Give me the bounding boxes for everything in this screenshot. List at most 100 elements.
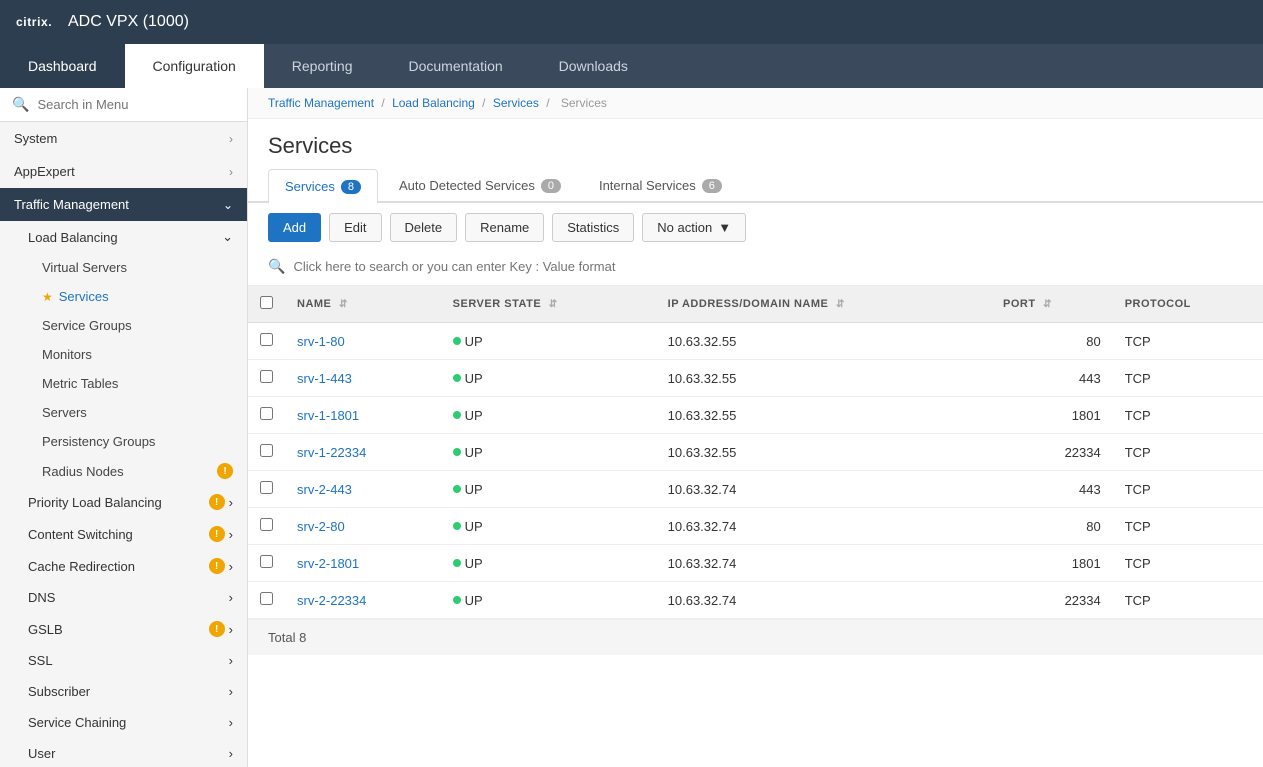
- sidebar-sub-sub-virtual-servers[interactable]: Virtual Servers: [0, 253, 247, 282]
- row-checkbox[interactable]: [260, 407, 273, 420]
- sidebar-item-traffic-management[interactable]: Traffic Management ⌄: [0, 188, 247, 221]
- sidebar-sub-item-gslb[interactable]: GSLB ! ›: [0, 613, 247, 645]
- sidebar-sub-item-ssl[interactable]: SSL ›: [0, 645, 247, 676]
- row-name[interactable]: srv-2-1801: [285, 545, 441, 582]
- table-search-input[interactable]: [293, 259, 1243, 274]
- row-checkbox[interactable]: [260, 444, 273, 457]
- sidebar-sub-item-content-switching[interactable]: Content Switching ! ›: [0, 518, 247, 550]
- tab-auto-detected[interactable]: Auto Detected Services 0: [382, 169, 578, 201]
- sidebar-sub-sub-radius-nodes[interactable]: Radius Nodes !: [0, 456, 247, 486]
- tab-dashboard[interactable]: Dashboard: [0, 44, 125, 88]
- sidebar-sub-item-user[interactable]: User ›: [0, 738, 247, 767]
- sidebar-sub-item-user-label: User: [28, 746, 55, 761]
- sidebar-sub-sub-monitors[interactable]: Monitors: [0, 340, 247, 369]
- delete-button[interactable]: Delete: [390, 213, 458, 242]
- tab-documentation[interactable]: Documentation: [380, 44, 530, 88]
- sidebar-sub-sub-metric-tables[interactable]: Metric Tables: [0, 369, 247, 398]
- status-dot-icon: [453, 559, 461, 567]
- row-name[interactable]: srv-2-443: [285, 471, 441, 508]
- row-checkbox-cell[interactable]: [248, 508, 285, 545]
- row-name[interactable]: srv-1-22334: [285, 434, 441, 471]
- breadcrumb-traffic-management[interactable]: Traffic Management: [268, 96, 374, 110]
- col-server-state[interactable]: SERVER STATE ⇵: [441, 286, 656, 323]
- status-label: UP: [465, 593, 483, 608]
- row-name[interactable]: srv-2-22334: [285, 582, 441, 619]
- row-name[interactable]: srv-1-443: [285, 360, 441, 397]
- row-name[interactable]: srv-1-1801: [285, 397, 441, 434]
- add-button[interactable]: Add: [268, 213, 321, 242]
- tab-reporting[interactable]: Reporting: [264, 44, 381, 88]
- sidebar-sub-sub-servers[interactable]: Servers: [0, 398, 247, 427]
- select-all-header[interactable]: [248, 286, 285, 323]
- status-dot-icon: [453, 337, 461, 345]
- edit-button[interactable]: Edit: [329, 213, 381, 242]
- chevron-right-icon: ›: [229, 590, 233, 605]
- row-checkbox[interactable]: [260, 481, 273, 494]
- tab-configuration[interactable]: Configuration: [125, 44, 264, 88]
- row-checkbox[interactable]: [260, 370, 273, 383]
- tab-downloads[interactable]: Downloads: [531, 44, 656, 88]
- status-label: UP: [465, 445, 483, 460]
- row-name[interactable]: srv-2-80: [285, 508, 441, 545]
- row-state: UP: [441, 323, 656, 360]
- sidebar: 🔍 System › AppExpert › Traffic Managemen…: [0, 88, 248, 767]
- no-action-dropdown[interactable]: No action ▼: [642, 213, 746, 242]
- sidebar-sub-item-load-balancing[interactable]: Load Balancing ⌄: [0, 221, 247, 253]
- page-header: Services: [248, 119, 1263, 169]
- sidebar-sub-item-service-chaining[interactable]: Service Chaining ›: [0, 707, 247, 738]
- row-ip: 10.63.32.55: [656, 323, 991, 360]
- chevron-right-icon: ›: [229, 495, 233, 510]
- row-checkbox[interactable]: [260, 518, 273, 531]
- row-checkbox-cell[interactable]: [248, 434, 285, 471]
- search-box[interactable]: 🔍: [0, 88, 247, 122]
- warning-icon: !: [209, 621, 225, 637]
- row-checkbox[interactable]: [260, 592, 273, 605]
- sidebar-sub-item-dns[interactable]: DNS ›: [0, 582, 247, 613]
- chevron-down-icon: ⌄: [222, 229, 233, 245]
- chevron-right-icon: ›: [229, 684, 233, 699]
- sidebar-sub-sub-service-groups[interactable]: Service Groups: [0, 311, 247, 340]
- row-port: 1801: [991, 545, 1113, 582]
- tab-internal-services[interactable]: Internal Services 6: [582, 169, 739, 201]
- row-port: 443: [991, 360, 1113, 397]
- row-checkbox-cell[interactable]: [248, 397, 285, 434]
- row-name[interactable]: srv-1-80: [285, 323, 441, 360]
- breadcrumb-sep-1: /: [381, 96, 388, 110]
- sidebar-sub-item-cache-redirection[interactable]: Cache Redirection ! ›: [0, 550, 247, 582]
- row-checkbox-cell[interactable]: [248, 545, 285, 582]
- sidebar-item-system[interactable]: System ›: [0, 122, 247, 155]
- search-input[interactable]: [37, 97, 235, 112]
- row-port: 443: [991, 471, 1113, 508]
- breadcrumb-services-link[interactable]: Services: [493, 96, 539, 110]
- breadcrumb: Traffic Management / Load Balancing / Se…: [248, 88, 1263, 119]
- row-checkbox[interactable]: [260, 333, 273, 346]
- row-checkbox-cell[interactable]: [248, 582, 285, 619]
- sidebar-sub-sub-persistency-groups[interactable]: Persistency Groups: [0, 427, 247, 456]
- sidebar-sub-item-subscriber[interactable]: Subscriber ›: [0, 676, 247, 707]
- table-row: srv-1-22334 UP 10.63.32.55 22334 TCP: [248, 434, 1263, 471]
- tab-auto-detected-label: Auto Detected Services: [399, 178, 535, 193]
- tab-services[interactable]: Services 8: [268, 169, 378, 203]
- breadcrumb-load-balancing[interactable]: Load Balancing: [392, 96, 475, 110]
- row-checkbox-cell[interactable]: [248, 323, 285, 360]
- statistics-button[interactable]: Statistics: [552, 213, 634, 242]
- row-checkbox-cell[interactable]: [248, 360, 285, 397]
- row-checkbox-cell[interactable]: [248, 471, 285, 508]
- sidebar-item-appexpert[interactable]: AppExpert ›: [0, 155, 247, 188]
- sidebar-sub-sub-services[interactable]: ★ Services: [0, 282, 247, 311]
- sidebar-sub-item-priority-lb[interactable]: Priority Load Balancing ! ›: [0, 486, 247, 518]
- chevron-right-icon: ›: [229, 746, 233, 761]
- row-checkbox[interactable]: [260, 555, 273, 568]
- col-name[interactable]: NAME ⇵: [285, 286, 441, 323]
- warning-icon: !: [209, 526, 225, 542]
- table-row: srv-2-80 UP 10.63.32.74 80 TCP: [248, 508, 1263, 545]
- col-port[interactable]: PORT ⇵: [991, 286, 1113, 323]
- table-search-bar[interactable]: 🔍: [248, 252, 1263, 286]
- col-ip[interactable]: IP ADDRESS/DOMAIN NAME ⇵: [656, 286, 991, 323]
- tab-auto-detected-badge: 0: [541, 179, 561, 193]
- tab-internal-services-label: Internal Services: [599, 178, 696, 193]
- status-dot-icon: [453, 411, 461, 419]
- rename-button[interactable]: Rename: [465, 213, 544, 242]
- row-state: UP: [441, 397, 656, 434]
- select-all-checkbox[interactable]: [260, 296, 273, 309]
